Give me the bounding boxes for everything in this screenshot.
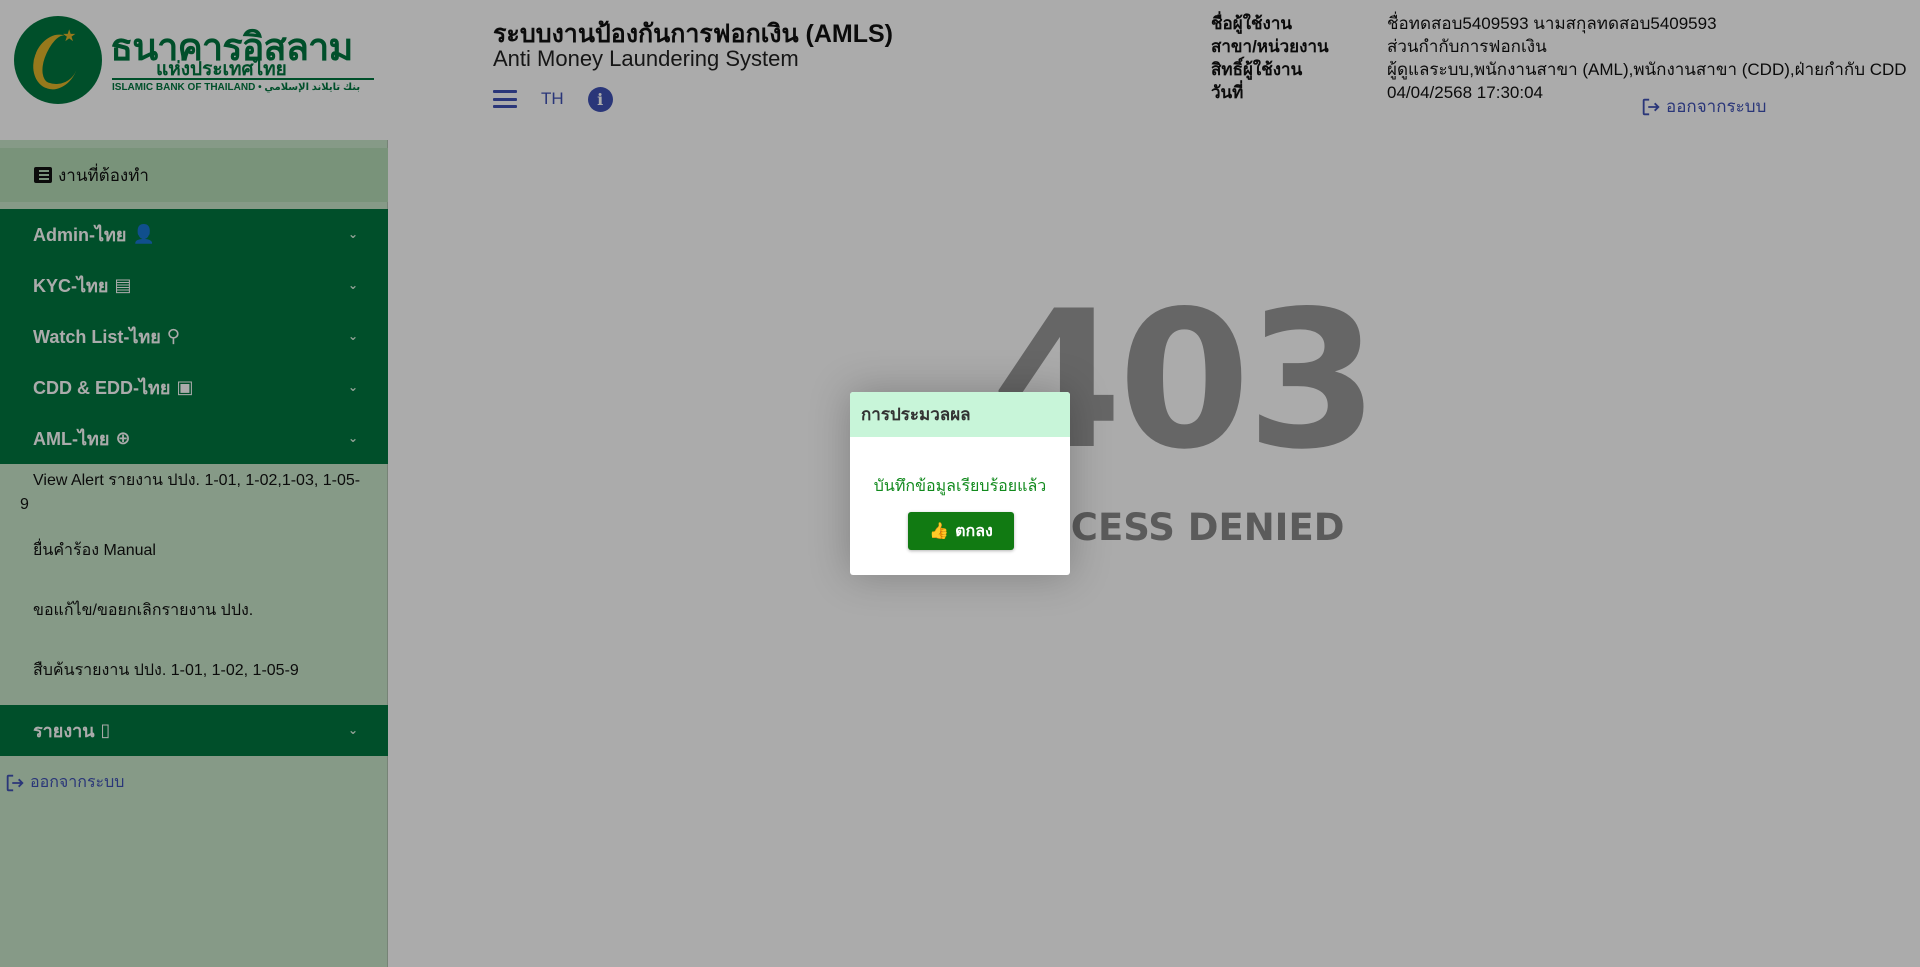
result-dialog: การประมวลผล บันทึกข้อมูลเรียบร้อยแล้ว 👍 … [850, 392, 1070, 575]
dialog-message: บันทึกข้อมูลเรียบร้อยแล้ว [873, 478, 1047, 495]
dialog-title: การประมวลผล [850, 392, 1070, 437]
thumbs-up-icon: 👍 [929, 523, 950, 540]
ok-button[interactable]: 👍 ตกลง [908, 512, 1014, 550]
ok-label: ตกลง [955, 522, 993, 540]
